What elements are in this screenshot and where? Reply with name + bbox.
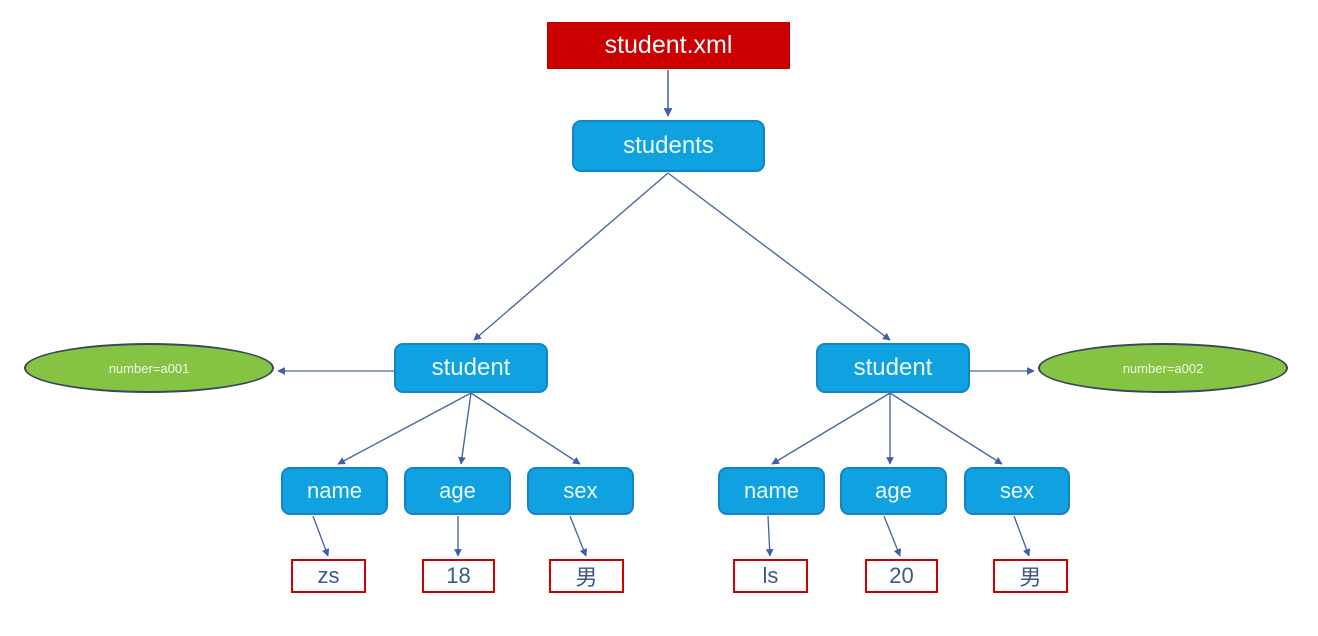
edge-student-left-to-name: [337, 392, 472, 465]
node-element-age-left[interactable]: age: [404, 467, 511, 515]
edge-student-left-to-sex: [470, 392, 581, 465]
node-element-sex-right[interactable]: sex: [964, 467, 1070, 515]
node-text-value-sex-left[interactable]: 男: [549, 559, 624, 593]
node-element-age-right[interactable]: age: [840, 467, 947, 515]
edge-name-to-text-right: [765, 515, 774, 557]
node-attribute-number-a002[interactable]: number=a002: [1038, 343, 1288, 393]
xml-tree-diagram: student.xml students student student num…: [0, 0, 1318, 636]
edge-layer: [277, 70, 1035, 557]
node-attribute-number-a001[interactable]: number=a001: [24, 343, 274, 393]
edge-name-to-text-left: [312, 515, 330, 557]
node-element-name-left[interactable]: name: [281, 467, 388, 515]
edge-students-to-student-right: [667, 172, 891, 341]
edge-age-to-text-right: [883, 515, 902, 557]
node-element-sex-left[interactable]: sex: [527, 467, 634, 515]
edge-student-right-to-name: [771, 392, 891, 465]
node-text-value-zs[interactable]: zs: [291, 559, 366, 593]
node-element-name-right[interactable]: name: [718, 467, 825, 515]
edge-sex-to-text-left: [569, 515, 588, 557]
node-element-student-right[interactable]: student: [816, 343, 970, 393]
edge-student-right-to-sex: [889, 392, 1003, 465]
edge-students-to-student-left: [473, 172, 669, 341]
node-text-value-sex-right[interactable]: 男: [993, 559, 1068, 593]
node-text-value-ls[interactable]: ls: [733, 559, 808, 593]
node-element-students[interactable]: students: [572, 120, 765, 172]
node-file-student-xml[interactable]: student.xml: [547, 22, 790, 69]
edge-student-left-to-age: [458, 392, 472, 465]
edge-sex-to-text-right: [1013, 515, 1031, 557]
node-element-student-left[interactable]: student: [394, 343, 548, 393]
node-text-value-20[interactable]: 20: [865, 559, 938, 593]
node-text-value-18[interactable]: 18: [422, 559, 495, 593]
